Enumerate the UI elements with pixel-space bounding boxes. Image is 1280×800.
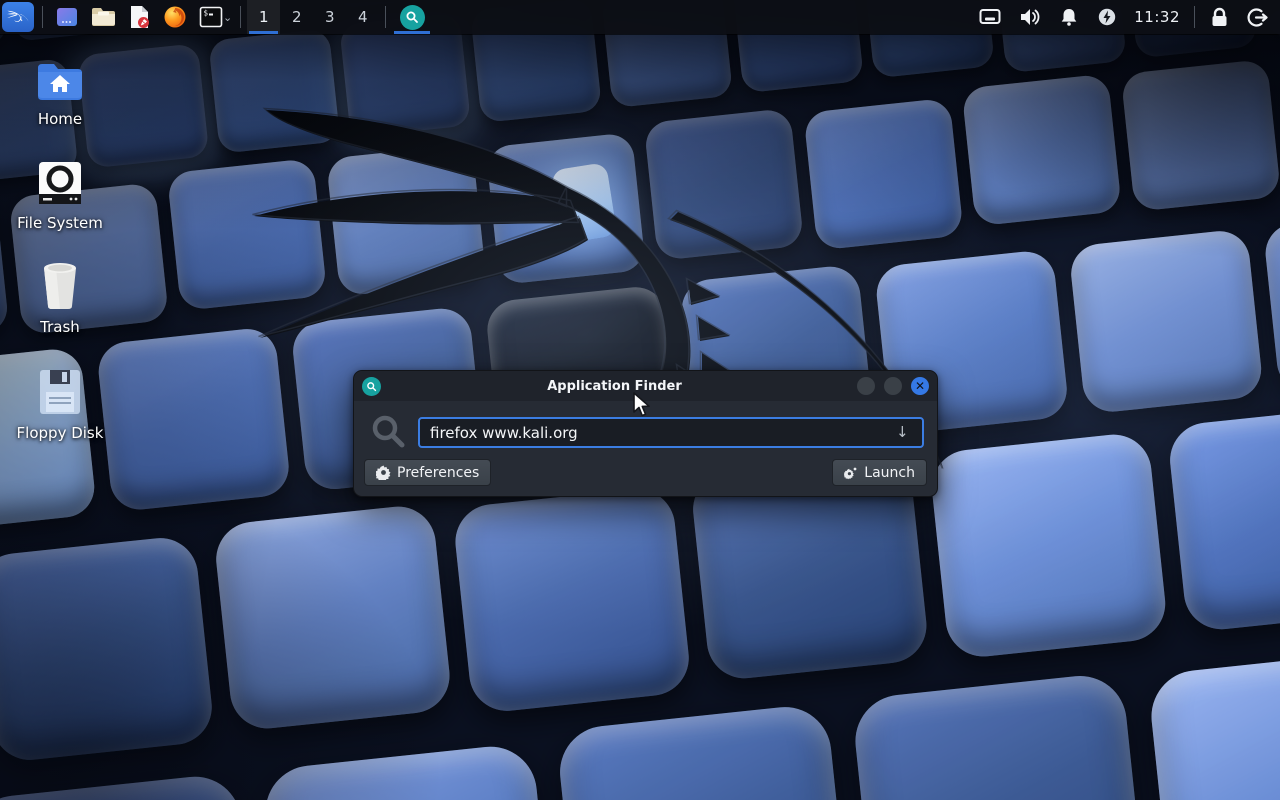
wallpaper-cube [0, 772, 263, 800]
desktop-icon-label: Home [38, 110, 82, 128]
window-app-finder-icon [362, 377, 381, 396]
search-icon [370, 413, 406, 449]
wallpaper-cube [555, 702, 852, 800]
volume-icon [1019, 7, 1041, 27]
preferences-label: Preferences [397, 465, 479, 481]
launch-icon [844, 466, 858, 480]
desktop-icon-label: File System [17, 214, 103, 232]
network-icon [979, 8, 1001, 26]
desktop-icon-label: Floppy Disk [17, 424, 104, 442]
workspace-label: 3 [325, 8, 335, 26]
panel-separator [385, 6, 386, 28]
maximize-button[interactable] [884, 377, 902, 395]
workspace-label: 2 [292, 8, 302, 26]
home-folder-icon [36, 52, 84, 102]
logout-icon [1247, 7, 1268, 28]
workspace-button-2[interactable]: 2 [280, 0, 313, 34]
network-tray-button[interactable] [970, 0, 1010, 34]
show-desktop-icon [55, 5, 79, 29]
dialog-body: ↓ Preferences Launch [354, 401, 937, 497]
desktop-icon-label: Trash [40, 318, 80, 336]
close-button[interactable]: ✕ [911, 377, 929, 395]
power-manager-icon [1097, 7, 1117, 27]
workspace-label: 4 [358, 8, 368, 26]
app-finder-icon [400, 5, 425, 30]
applications-menu-button[interactable] [0, 0, 36, 34]
dropdown-arrow-icon[interactable]: ↓ [896, 423, 909, 441]
preferences-button[interactable]: Preferences [364, 459, 491, 486]
wallpaper-cube [261, 742, 558, 800]
launch-label: Launch [864, 465, 915, 481]
terminal-button[interactable]: $ [193, 0, 225, 34]
wallpaper-cube [1121, 59, 1280, 212]
panel-separator [42, 6, 43, 28]
kali-desktop: Home File System Trash [0, 0, 1280, 800]
desktop-icon-file-system[interactable]: File System [8, 156, 112, 232]
desktop-icon-floppy-disk[interactable]: Floppy Disk [8, 366, 112, 442]
wallpaper-cube [1147, 647, 1280, 800]
workspace-label: 1 [259, 8, 269, 26]
top-panel: $ ⌄ 1 2 3 4 [0, 0, 1280, 34]
wallpaper-cube [1068, 228, 1264, 414]
close-icon: ✕ [915, 379, 925, 393]
workspace-button-3[interactable]: 3 [313, 0, 346, 34]
panel-separator [240, 6, 241, 28]
active-task-indicator [394, 31, 430, 34]
wallpaper-cube [928, 431, 1169, 660]
wallpaper-cube [961, 73, 1122, 226]
taskbar-app-finder-button[interactable] [392, 0, 432, 34]
floppy-disk-icon [38, 366, 82, 416]
logout-button[interactable] [1238, 0, 1280, 34]
file-manager-icon [91, 6, 116, 28]
firefox-button[interactable] [157, 0, 193, 34]
volume-tray-button[interactable] [1010, 0, 1050, 34]
terminal-icon: $ [199, 5, 223, 29]
text-editor-button[interactable] [122, 0, 157, 34]
clock[interactable]: 11:32 [1126, 0, 1188, 34]
titlebar[interactable]: Application Finder ✕ [354, 371, 937, 401]
svg-text:$: $ [204, 9, 209, 18]
hard-drive-icon [37, 156, 83, 206]
chevron-down-icon: ⌄ [223, 11, 232, 24]
file-manager-button[interactable] [85, 0, 122, 34]
workspace-button-1[interactable]: 1 [247, 0, 280, 34]
trash-can-icon [38, 260, 82, 310]
desktop-icon-home[interactable]: Home [8, 52, 112, 128]
desktop-icon-trash[interactable]: Trash [8, 260, 112, 336]
lock-screen-button[interactable] [1201, 0, 1238, 34]
clock-time: 11:32 [1134, 8, 1180, 26]
workspace-button-4[interactable]: 4 [346, 0, 379, 34]
terminal-dropdown-button[interactable]: ⌄ [223, 0, 234, 34]
gear-icon [376, 465, 391, 480]
application-finder-window: Application Finder ✕ ↓ Preferences [353, 370, 938, 497]
bell-icon [1059, 7, 1079, 27]
power-manager-tray-button[interactable] [1088, 0, 1126, 34]
wallpaper-cube [0, 534, 216, 763]
show-desktop-button[interactable] [49, 0, 85, 34]
active-workspace-indicator [249, 31, 278, 34]
text-editor-icon [128, 5, 151, 29]
panel-separator [1194, 6, 1195, 28]
notifications-tray-button[interactable] [1050, 0, 1088, 34]
lock-icon [1210, 7, 1229, 28]
window-title: Application Finder [381, 379, 848, 394]
launch-button[interactable]: Launch [832, 459, 927, 486]
wallpaper-cube [1263, 208, 1280, 394]
wallpaper-cube [1166, 404, 1280, 633]
command-input[interactable] [418, 417, 924, 448]
kali-menu-icon [2, 2, 34, 32]
minimize-button[interactable] [857, 377, 875, 395]
firefox-icon [163, 5, 187, 29]
wallpaper-cube [851, 671, 1148, 800]
